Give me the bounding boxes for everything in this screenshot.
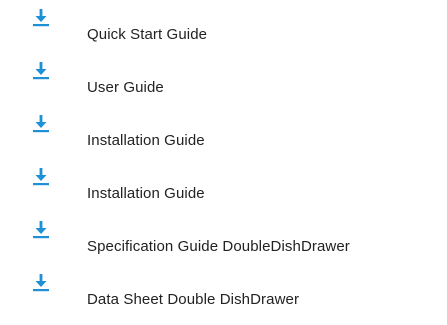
- download-icon[interactable]: [31, 167, 51, 187]
- download-item-data-sheet[interactable]: Data Sheet Double DishDrawer: [0, 273, 447, 325]
- download-link-label[interactable]: Specification Guide DoubleDishDrawer: [87, 238, 350, 256]
- download-item-user-guide[interactable]: User Guide: [0, 61, 447, 113]
- download-item-installation-guide[interactable]: Installation Guide: [0, 114, 447, 166]
- download-link-label[interactable]: Quick Start Guide: [87, 26, 207, 44]
- download-icon[interactable]: [31, 273, 51, 293]
- download-link-label[interactable]: Installation Guide: [87, 185, 205, 203]
- download-icon[interactable]: [31, 220, 51, 240]
- download-item-specification-guide[interactable]: Specification Guide DoubleDishDrawer: [0, 220, 447, 272]
- download-icon[interactable]: [31, 8, 51, 28]
- download-icon[interactable]: [31, 61, 51, 81]
- download-item-quick-start-guide[interactable]: Quick Start Guide: [0, 8, 447, 60]
- download-item-installation-guide-2[interactable]: Installation Guide: [0, 167, 447, 219]
- download-link-label[interactable]: Data Sheet Double DishDrawer: [87, 291, 299, 309]
- download-link-label[interactable]: Installation Guide: [87, 132, 205, 150]
- download-list: Quick Start Guide User Guide Installatio…: [0, 0, 447, 323]
- download-link-label[interactable]: User Guide: [87, 79, 164, 97]
- download-icon[interactable]: [31, 114, 51, 134]
